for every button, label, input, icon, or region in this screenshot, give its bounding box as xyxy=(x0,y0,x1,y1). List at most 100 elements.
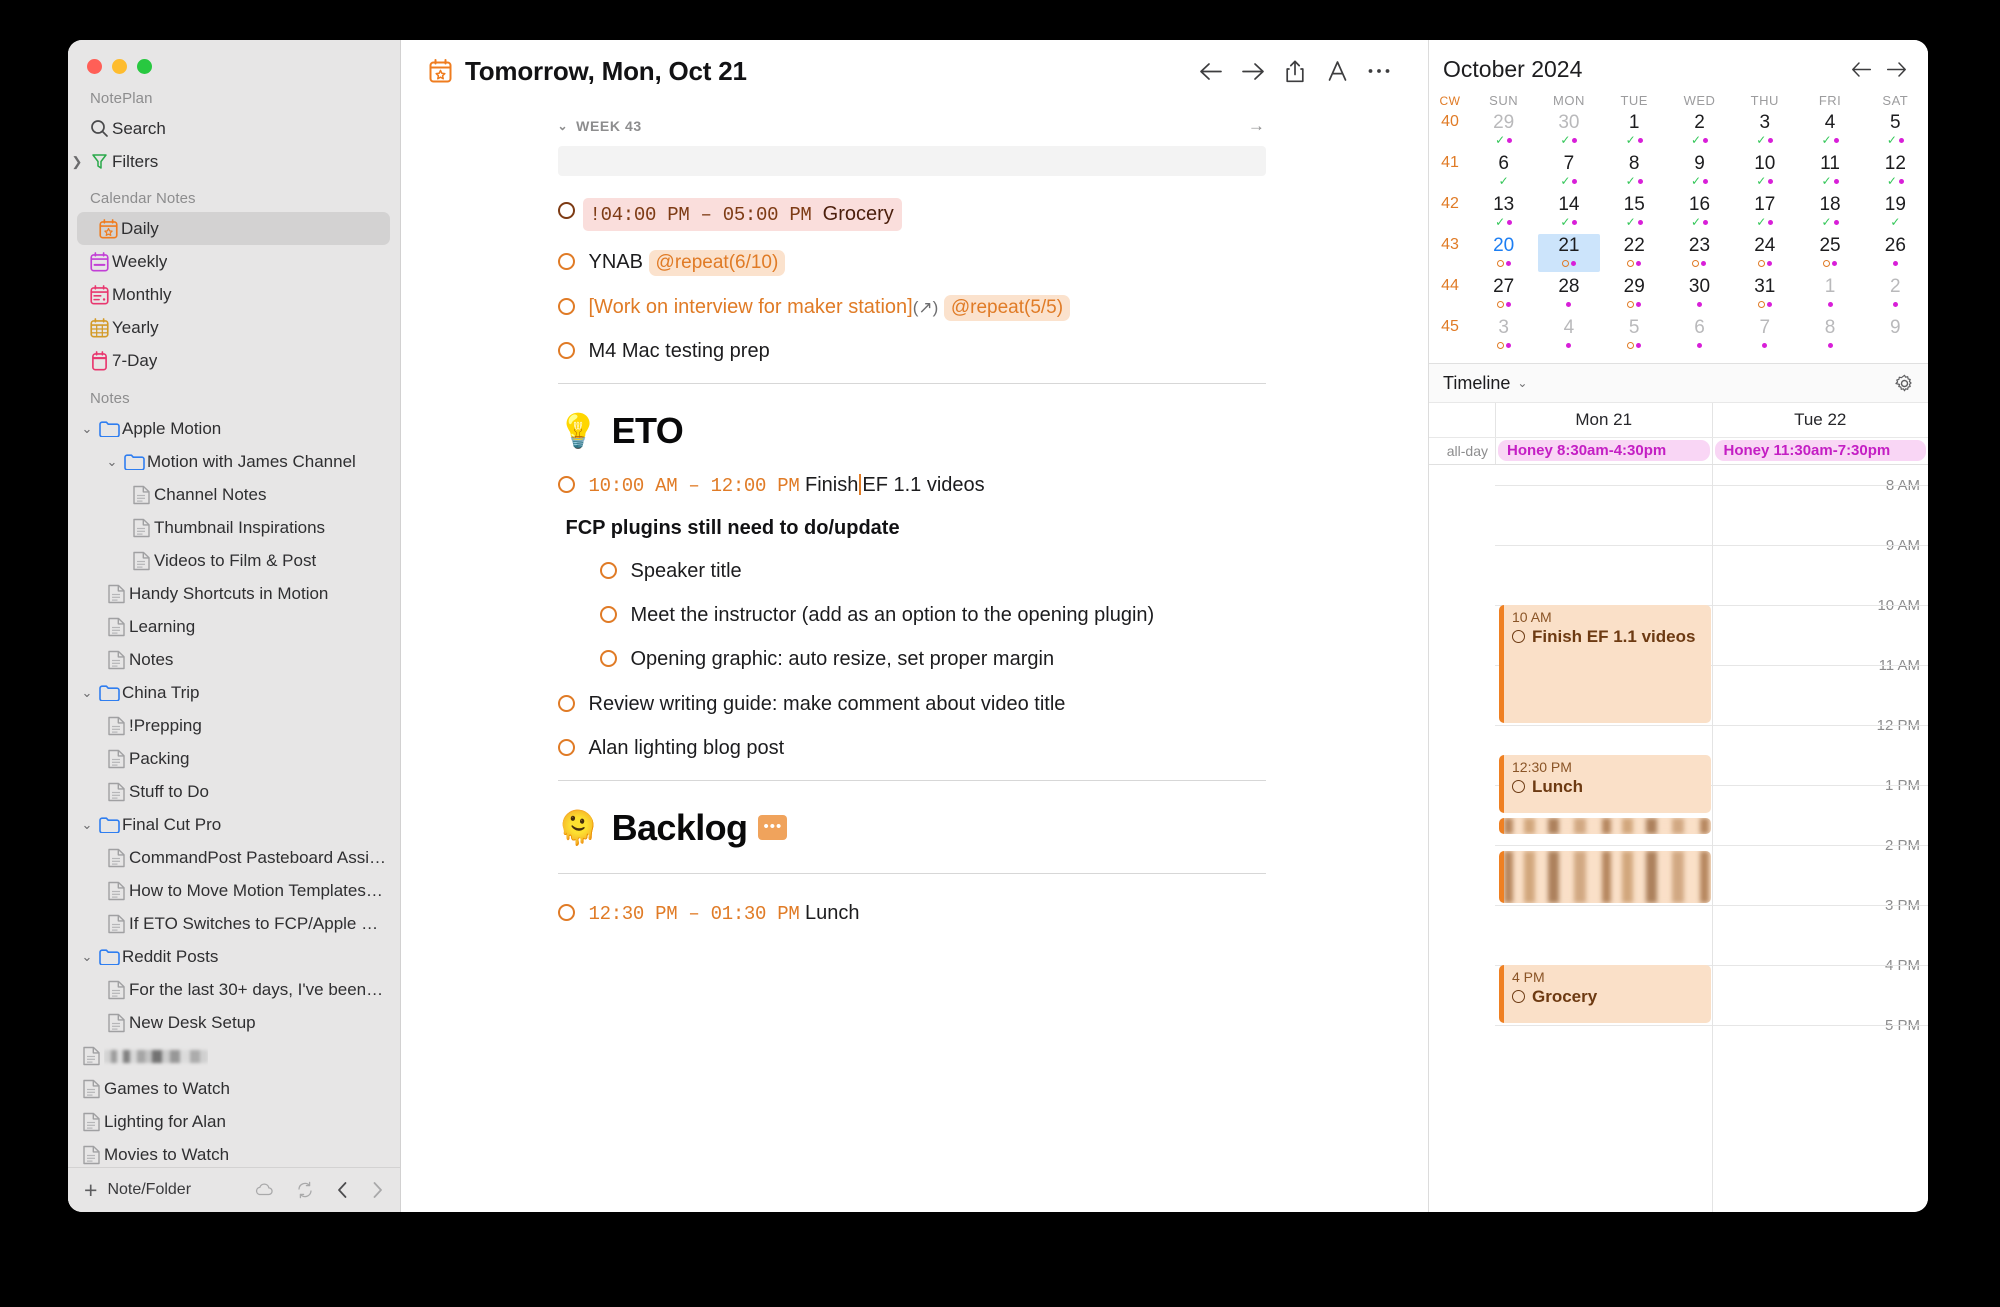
add-note-folder-icon[interactable]: + xyxy=(84,1178,97,1202)
calendar-day-cell[interactable]: 4 xyxy=(1536,316,1601,357)
forward-chevron-icon[interactable] xyxy=(371,1181,384,1199)
more-options-icon[interactable] xyxy=(1358,52,1400,90)
calendar-day-cell[interactable]: 19 ✓ xyxy=(1863,193,1928,234)
add-note-folder-label[interactable]: Note/Folder xyxy=(107,1181,191,1199)
calendar-day-cell[interactable]: 9 xyxy=(1863,316,1928,357)
calendar-day-cell[interactable]: 31 xyxy=(1732,275,1797,316)
task-checkbox[interactable] xyxy=(1512,630,1525,643)
calendar-day-cell[interactable]: 27 xyxy=(1471,275,1536,316)
task-checkbox[interactable] xyxy=(557,903,575,921)
calendar-day-cell[interactable]: 26 xyxy=(1863,234,1928,275)
calendar-day-cell[interactable]: 29 xyxy=(1602,275,1667,316)
sidebar-item-weekly[interactable]: Weekly xyxy=(68,245,400,278)
week-forward-arrow-icon[interactable]: → xyxy=(1248,116,1280,136)
task-repeat-tag[interactable]: @repeat(5/5) xyxy=(943,294,1071,321)
sidebar-note-lighting-for-alan[interactable]: Lighting for Alan xyxy=(68,1105,400,1138)
calendar-day-cell[interactable]: 24 xyxy=(1732,234,1797,275)
calendar-day-cell[interactable]: 2 ✓ xyxy=(1667,111,1732,152)
week-bar[interactable]: ⌄ WEEK 43 → xyxy=(550,116,1280,136)
calendar-day-cell[interactable]: 25 xyxy=(1797,234,1862,275)
timeline-event-redacted[interactable] xyxy=(1499,851,1711,903)
sidebar-item-7-day[interactable]: 7-Day xyxy=(68,344,400,377)
calendar-day-cell[interactable]: 14 ✓ xyxy=(1536,193,1601,234)
sidebar-note-handy-shortcuts-in-motion[interactable]: Handy Shortcuts in Motion xyxy=(68,577,400,610)
task-checkbox[interactable] xyxy=(599,650,617,668)
calendar-day-cell[interactable]: 16 ✓ xyxy=(1667,193,1732,234)
chevron-down-icon[interactable]: ⌄ xyxy=(103,454,121,470)
sidebar-note-for-the-last-30-days-i-ve-been[interactable]: For the last 30+ days, I've been… xyxy=(68,973,400,1006)
timeline-day-header[interactable]: Mon 21 xyxy=(1495,403,1712,437)
calendar-day-cell[interactable]: 9 ✓ xyxy=(1667,152,1732,193)
calendar-day-cell[interactable]: 3 ✓ xyxy=(1732,111,1797,152)
sidebar-folder-apple-motion[interactable]: ⌄ Apple Motion xyxy=(68,412,400,445)
close-window-button[interactable] xyxy=(87,59,102,74)
back-arrow-icon[interactable] xyxy=(1190,52,1232,90)
calendar-prev-month-button[interactable] xyxy=(1844,61,1879,78)
sidebar-scroll-area[interactable]: NotePlan Search ❯ Filters Calendar Notes… xyxy=(68,74,400,1167)
calendar-day-cell[interactable]: 30 xyxy=(1667,275,1732,316)
calendar-day-cell[interactable]: 5 xyxy=(1602,316,1667,357)
task-checkbox[interactable] xyxy=(557,202,575,219)
sidebar-note-thumbnail-inspirations[interactable]: Thumbnail Inspirations xyxy=(68,511,400,544)
sidebar-item-daily[interactable]: Daily xyxy=(77,212,390,245)
task-checkbox[interactable] xyxy=(557,739,575,757)
allday-event[interactable]: Honey 11:30am-7:30pm xyxy=(1714,440,1926,461)
note-content[interactable]: ⌄ WEEK 43 → !04:00 PM – 05:00 PM Grocery xyxy=(401,102,1428,1212)
sidebar-note-videos-to-film-post[interactable]: Videos to Film & Post xyxy=(68,544,400,577)
timeline-day-header[interactable]: Tue 22 xyxy=(1711,403,1929,437)
calendar-day-cell[interactable]: 12 ✓ xyxy=(1863,152,1928,193)
sync-icon[interactable] xyxy=(296,1181,314,1199)
calendar-day-cell[interactable]: 7 xyxy=(1732,316,1797,357)
task-checkbox[interactable] xyxy=(1512,990,1525,1003)
task-checkbox[interactable] xyxy=(1512,780,1525,793)
sidebar-note-packing[interactable]: Packing xyxy=(68,742,400,775)
chevron-down-icon[interactable]: ⌄ xyxy=(78,817,96,833)
sidebar-item-filters[interactable]: ❯ Filters xyxy=(68,145,400,178)
calendar-day-cell[interactable]: 22 xyxy=(1602,234,1667,275)
sidebar-note-commandpost-pasteboard-assi[interactable]: CommandPost Pasteboard Assi… xyxy=(68,841,400,874)
forward-arrow-icon[interactable] xyxy=(1232,52,1274,90)
calendar-day-cell[interactable]: 11 ✓ xyxy=(1797,152,1862,193)
sidebar-note-stuff-to-do[interactable]: Stuff to Do xyxy=(68,775,400,808)
sidebar-item-yearly[interactable]: Yearly xyxy=(68,311,400,344)
maximize-window-button[interactable] xyxy=(137,59,152,74)
sidebar-note-movies-to-watch[interactable]: Movies to Watch xyxy=(68,1138,400,1167)
sidebar-note-if-eto-switches-to-fcp-apple-m[interactable]: If ETO Switches to FCP/Apple M… xyxy=(68,907,400,940)
calendar-day-cell[interactable]: 18 ✓ xyxy=(1797,193,1862,234)
calendar-next-month-button[interactable] xyxy=(1879,61,1914,78)
sidebar-note-learning[interactable]: Learning xyxy=(68,610,400,643)
task-row[interactable]: 12:30 PM – 01:30 PM Lunch xyxy=(557,900,1280,927)
timeline-grid[interactable]: 8 AM 9 AM 10 AM 11 AM 12 PM 1 PM 2 PM 3 PM 4 PM 5… xyxy=(1429,465,1928,1212)
calendar-day-cell[interactable]: 7 ✓ xyxy=(1536,152,1601,193)
timeline-event[interactable]: 12:30 PM Lunch xyxy=(1499,755,1711,813)
task-row[interactable]: Speaker title xyxy=(558,558,1280,584)
calendar-day-cell[interactable]: 10 ✓ xyxy=(1732,152,1797,193)
task-checkbox[interactable] xyxy=(557,297,575,315)
sidebar-folder-motion-with-james-channel[interactable]: ⌄ Motion with James Channel xyxy=(68,445,400,478)
calendar-day-cell[interactable]: 17 ✓ xyxy=(1732,193,1797,234)
calendar-day-cell[interactable]: 6 xyxy=(1667,316,1732,357)
task-checkbox[interactable] xyxy=(557,694,575,712)
sidebar-folder-reddit-posts[interactable]: ⌄ Reddit Posts xyxy=(68,940,400,973)
task-checkbox[interactable] xyxy=(557,342,575,360)
chevron-down-icon[interactable]: ⌄ xyxy=(78,949,96,965)
task-row[interactable]: Review writing guide: make comment about… xyxy=(557,691,1280,717)
calendar-day-cell[interactable]: 20 xyxy=(1471,234,1536,275)
chevron-down-icon[interactable]: ⌄ xyxy=(78,685,96,701)
calendar-day-cell[interactable]: 29 ✓ xyxy=(1471,111,1536,152)
sidebar-folder-final-cut-pro[interactable]: ⌄ Final Cut Pro xyxy=(68,808,400,841)
sidebar-item-search[interactable]: Search xyxy=(68,112,400,145)
calendar-day-cell[interactable]: 1 ✓ xyxy=(1602,111,1667,152)
text-format-icon[interactable] xyxy=(1316,52,1358,90)
chevron-down-icon[interactable]: ⌄ xyxy=(558,119,569,133)
task-row[interactable]: YNAB @repeat(6/10) xyxy=(557,249,1280,277)
calendar-day-cell[interactable]: 8 xyxy=(1797,316,1862,357)
task-checkbox[interactable] xyxy=(599,606,617,624)
minimize-window-button[interactable] xyxy=(112,59,127,74)
allday-event[interactable]: Honey 8:30am-4:30pm xyxy=(1498,440,1710,461)
chevron-down-icon[interactable]: ⌄ xyxy=(1517,376,1527,390)
calendar-day-cell[interactable]: 21 xyxy=(1536,234,1601,275)
timeline-event-redacted[interactable] xyxy=(1499,818,1711,834)
sidebar-note-games-to-watch[interactable]: Games to Watch xyxy=(68,1072,400,1105)
calendar-day-cell[interactable]: 5 ✓ xyxy=(1863,111,1928,152)
